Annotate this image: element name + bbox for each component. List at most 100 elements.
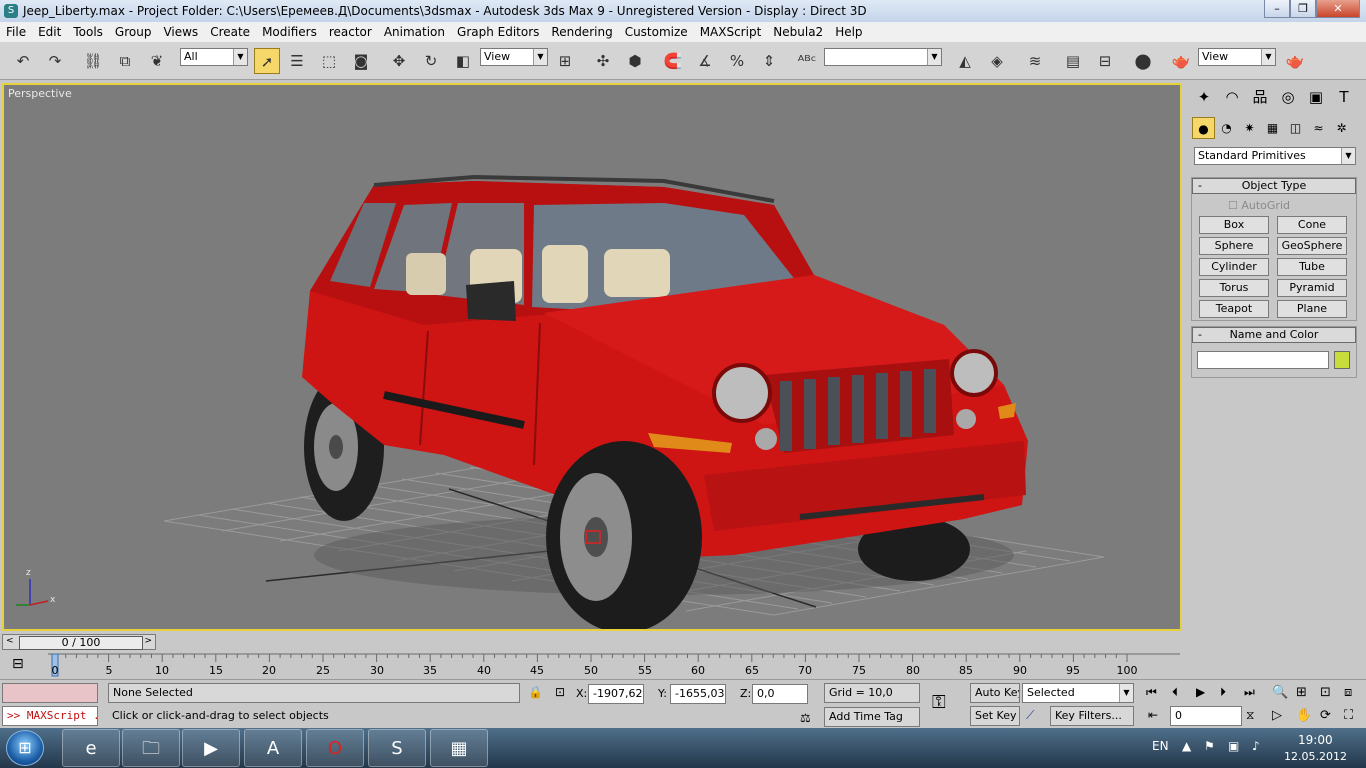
menu-rendering[interactable]: Rendering: [545, 25, 618, 39]
teapot-button[interactable]: Teapot: [1199, 300, 1269, 318]
autocad-icon[interactable]: A: [244, 729, 302, 767]
set-key-button[interactable]: Set Key: [970, 706, 1020, 726]
menu-graph-editors[interactable]: Graph Editors: [451, 25, 545, 39]
manipulate-icon[interactable]: ✣: [590, 48, 616, 74]
close-button[interactable]: ✕: [1316, 0, 1360, 18]
key-filters-button[interactable]: Key Filters...: [1050, 706, 1134, 726]
clock-time[interactable]: 19:00: [1298, 733, 1333, 747]
modify-tab-icon[interactable]: ◠: [1218, 85, 1246, 109]
pivot-center-icon[interactable]: ⊞: [552, 48, 578, 74]
motion-tab-icon[interactable]: ◎: [1274, 85, 1302, 109]
menu-create[interactable]: Create: [204, 25, 256, 39]
auto-key-button[interactable]: Auto Key: [970, 683, 1020, 703]
undo-icon[interactable]: ↶: [10, 48, 36, 74]
percent-snap-icon[interactable]: %: [724, 48, 750, 74]
name-color-header[interactable]: - Name and Color: [1192, 327, 1356, 343]
space-warps-icon[interactable]: ≈: [1307, 117, 1330, 139]
reference-coord-dropdown[interactable]: View ▼: [480, 48, 548, 66]
winrar-icon[interactable]: ▦: [430, 729, 488, 767]
zoom-extents-icon[interactable]: ⊡: [1320, 685, 1331, 700]
set-keys-key-icon[interactable]: ⚿: [932, 692, 946, 713]
perspective-viewport[interactable]: Perspective z x: [2, 83, 1182, 631]
material-editor-icon[interactable]: ⬤: [1130, 48, 1156, 74]
current-frame-field[interactable]: 0: [1170, 706, 1242, 726]
redo-icon[interactable]: ↷: [42, 48, 68, 74]
file-explorer-icon[interactable]: 🗀: [122, 729, 180, 767]
hierarchy-tab-icon[interactable]: 品: [1246, 85, 1274, 109]
systems-icon[interactable]: ✲: [1330, 117, 1353, 139]
time-slider-track[interactable]: < 0 / 100 >: [2, 634, 156, 650]
menu-animation[interactable]: Animation: [378, 25, 451, 39]
object-color-swatch[interactable]: [1334, 351, 1350, 369]
category-dropdown[interactable]: Standard Primitives ▼: [1194, 147, 1356, 165]
show-hidden-icons-icon[interactable]: ▲: [1182, 739, 1191, 753]
select-move-icon[interactable]: ✥: [386, 48, 412, 74]
align-icon[interactable]: ◈: [984, 48, 1010, 74]
time-slider-thumb[interactable]: 0 / 100: [19, 636, 143, 650]
object-name-field[interactable]: [1197, 351, 1329, 369]
lock-selection-icon[interactable]: 🔒: [528, 685, 543, 699]
start-button[interactable]: ⊞: [6, 730, 44, 766]
play-icon[interactable]: ▶: [1196, 685, 1205, 699]
menu-tools[interactable]: Tools: [67, 25, 109, 39]
curve-editor-icon[interactable]: ▤: [1060, 48, 1086, 74]
keyboard-shortcut-icon[interactable]: ⬢: [622, 48, 648, 74]
zoom-extents-all-icon[interactable]: ⧈: [1344, 685, 1352, 700]
menu-help[interactable]: Help: [829, 25, 868, 39]
cylinder-button[interactable]: Cylinder: [1199, 258, 1269, 276]
next-frame-icon[interactable]: ⏵: [1220, 685, 1226, 700]
pyramid-button[interactable]: Pyramid: [1277, 279, 1347, 297]
opera-icon[interactable]: O: [306, 729, 364, 767]
autogrid-checkbox[interactable]: ☐ AutoGrid: [1228, 199, 1290, 212]
maxscript-prompt[interactable]: >> MAXScript .: [2, 706, 98, 726]
geosphere-button[interactable]: GeoSphere: [1277, 237, 1347, 255]
schematic-view-icon[interactable]: ⊟: [1092, 48, 1118, 74]
cone-button[interactable]: Cone: [1277, 216, 1347, 234]
menu-maxscript[interactable]: MAXScript: [694, 25, 768, 39]
rectangular-selection-icon[interactable]: ⬚: [316, 48, 342, 74]
go-to-end-icon[interactable]: ⏭: [1244, 685, 1255, 700]
network-icon[interactable]: ▣: [1228, 739, 1239, 753]
default-tangent-icon[interactable]: ⟋: [1026, 708, 1034, 723]
helpers-icon[interactable]: ◫: [1284, 117, 1307, 139]
menu-reactor[interactable]: reactor: [323, 25, 378, 39]
media-player-icon[interactable]: ▶: [182, 729, 240, 767]
previous-frame-icon[interactable]: ⏴: [1172, 685, 1178, 700]
select-object-icon[interactable]: ➚: [254, 48, 280, 74]
utilities-tab-icon[interactable]: T: [1330, 85, 1358, 109]
edit-named-selection-icon[interactable]: ᴬᴮᶜ: [794, 48, 820, 74]
add-time-tag-button[interactable]: Add Time Tag: [824, 707, 920, 727]
menu-file[interactable]: File: [0, 25, 32, 39]
sphere-button[interactable]: Sphere: [1199, 237, 1269, 255]
go-to-start-icon[interactable]: ⏮: [1146, 685, 1157, 700]
render-view-dropdown[interactable]: View ▼: [1198, 48, 1276, 66]
tube-button[interactable]: Tube: [1277, 258, 1347, 276]
language-indicator[interactable]: EN: [1152, 739, 1169, 753]
unlink-icon[interactable]: ⧉: [112, 48, 138, 74]
track-bar[interactable]: ⊟ 0 5 10 15 20 25 30 35 40 45 50 55 60 6…: [0, 652, 1184, 678]
snaps-toggle-icon[interactable]: 🧲: [660, 48, 686, 74]
time-tag-icon[interactable]: ⚖: [800, 711, 811, 725]
menu-modifiers[interactable]: Modifiers: [256, 25, 323, 39]
menu-customize[interactable]: Customize: [619, 25, 694, 39]
zoom-all-icon[interactable]: ⊞: [1296, 685, 1307, 700]
link-icon[interactable]: ⛓: [80, 48, 106, 74]
create-tab-icon[interactable]: ✦: [1190, 85, 1218, 109]
menu-group[interactable]: Group: [109, 25, 158, 39]
minimize-button[interactable]: –: [1264, 0, 1290, 18]
next-frame-icon[interactable]: >: [144, 636, 152, 646]
clock-date[interactable]: 12.05.2012: [1284, 750, 1347, 763]
plane-button[interactable]: Plane: [1277, 300, 1347, 318]
z-coordinate-field[interactable]: 0,0: [752, 684, 808, 704]
window-crossing-icon[interactable]: ◙: [348, 48, 374, 74]
object-type-header[interactable]: - Object Type: [1192, 178, 1356, 194]
x-coordinate-field[interactable]: -1907,627: [588, 684, 644, 704]
y-coordinate-field[interactable]: -1655,032: [670, 684, 726, 704]
bind-space-warp-icon[interactable]: ❦: [144, 48, 170, 74]
select-scale-icon[interactable]: ◧: [450, 48, 476, 74]
select-by-name-icon[interactable]: ☰: [284, 48, 310, 74]
display-tab-icon[interactable]: ▣: [1302, 85, 1330, 109]
layer-manager-icon[interactable]: ≋: [1022, 48, 1048, 74]
selection-filter-dropdown[interactable]: All ▼: [180, 48, 248, 66]
angle-snap-icon[interactable]: ∡: [692, 48, 718, 74]
